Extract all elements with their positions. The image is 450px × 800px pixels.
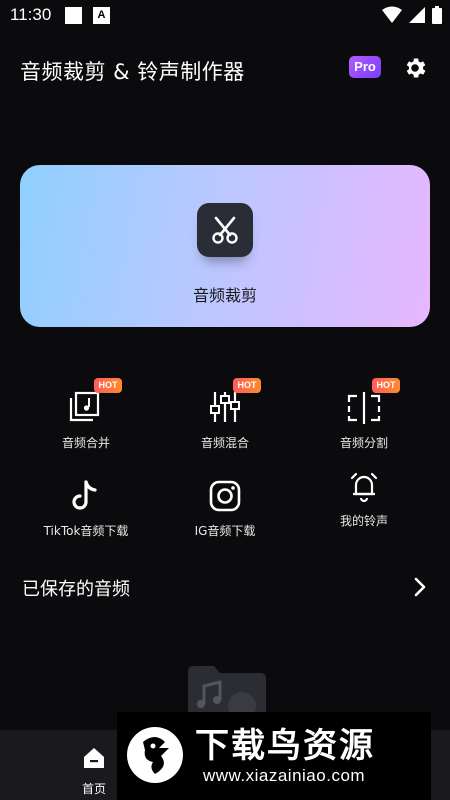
- tool-label: 我的铃声: [339, 514, 388, 528]
- tool-audio-split[interactable]: HOT 音频分割: [294, 378, 434, 451]
- instagram-icon: [209, 480, 241, 512]
- bird-logo-icon: [127, 727, 183, 783]
- tool-label: TikTok音频下载: [43, 524, 129, 538]
- home-icon: [84, 748, 104, 768]
- tool-label: 音频分割: [339, 436, 388, 450]
- status-icons: [382, 6, 442, 24]
- tiktok-icon: [72, 480, 97, 510]
- notification-a-icon: A: [93, 7, 110, 24]
- saved-audio-title[interactable]: 已保存的音频: [22, 575, 130, 601]
- tool-audio-merge[interactable]: HOT 音频合并: [16, 378, 156, 451]
- watermark-url: www.xiazainiao.com: [203, 766, 366, 785]
- signal-icon: [409, 7, 425, 23]
- tool-label: 音频合并: [61, 436, 110, 450]
- nav-home[interactable]: 首页: [72, 746, 116, 797]
- battery-icon: [432, 6, 442, 24]
- tool-label: IG音频下载: [194, 524, 256, 538]
- audio-cut-banner[interactable]: 音频裁剪: [20, 165, 430, 327]
- hot-badge: HOT: [94, 378, 122, 393]
- tool-my-ringtones[interactable]: 我的铃声: [294, 466, 434, 529]
- screen: 11:30 A 音频裁剪 & 铃声制作器 Pro 音频裁剪 HOT 音频合并 H…: [0, 0, 450, 800]
- tool-audio-mix[interactable]: HOT 音频混合: [155, 378, 295, 451]
- bell-icon: [350, 472, 378, 503]
- app-title: 音频裁剪 & 铃声制作器: [20, 60, 245, 84]
- notification-square-icon: [65, 7, 82, 24]
- settings-gear-icon[interactable]: [402, 55, 428, 81]
- audio-mix-icon: [210, 392, 240, 422]
- hot-badge: HOT: [233, 378, 261, 393]
- tool-ig-download[interactable]: IG音频下载: [155, 476, 295, 539]
- nav-home-label: 首页: [81, 782, 106, 796]
- scissors-icon: [197, 203, 253, 257]
- status-bar: 11:30 A: [0, 0, 450, 32]
- audio-merge-icon: [69, 391, 100, 422]
- tool-tiktok-download[interactable]: TikTok音频下载: [16, 476, 156, 539]
- status-time: 11:30: [10, 5, 52, 24]
- watermark-text: 下载鸟资源: [195, 726, 375, 766]
- watermark: 下载鸟资源 www.xiazainiao.com: [117, 712, 431, 800]
- banner-label: 音频裁剪: [192, 286, 257, 305]
- pro-button[interactable]: Pro: [349, 56, 381, 78]
- wifi-icon: [382, 6, 402, 23]
- audio-split-icon: [347, 392, 381, 424]
- chevron-right-icon[interactable]: [412, 576, 428, 598]
- tool-label: 音频混合: [200, 436, 249, 450]
- hot-badge: HOT: [372, 378, 400, 393]
